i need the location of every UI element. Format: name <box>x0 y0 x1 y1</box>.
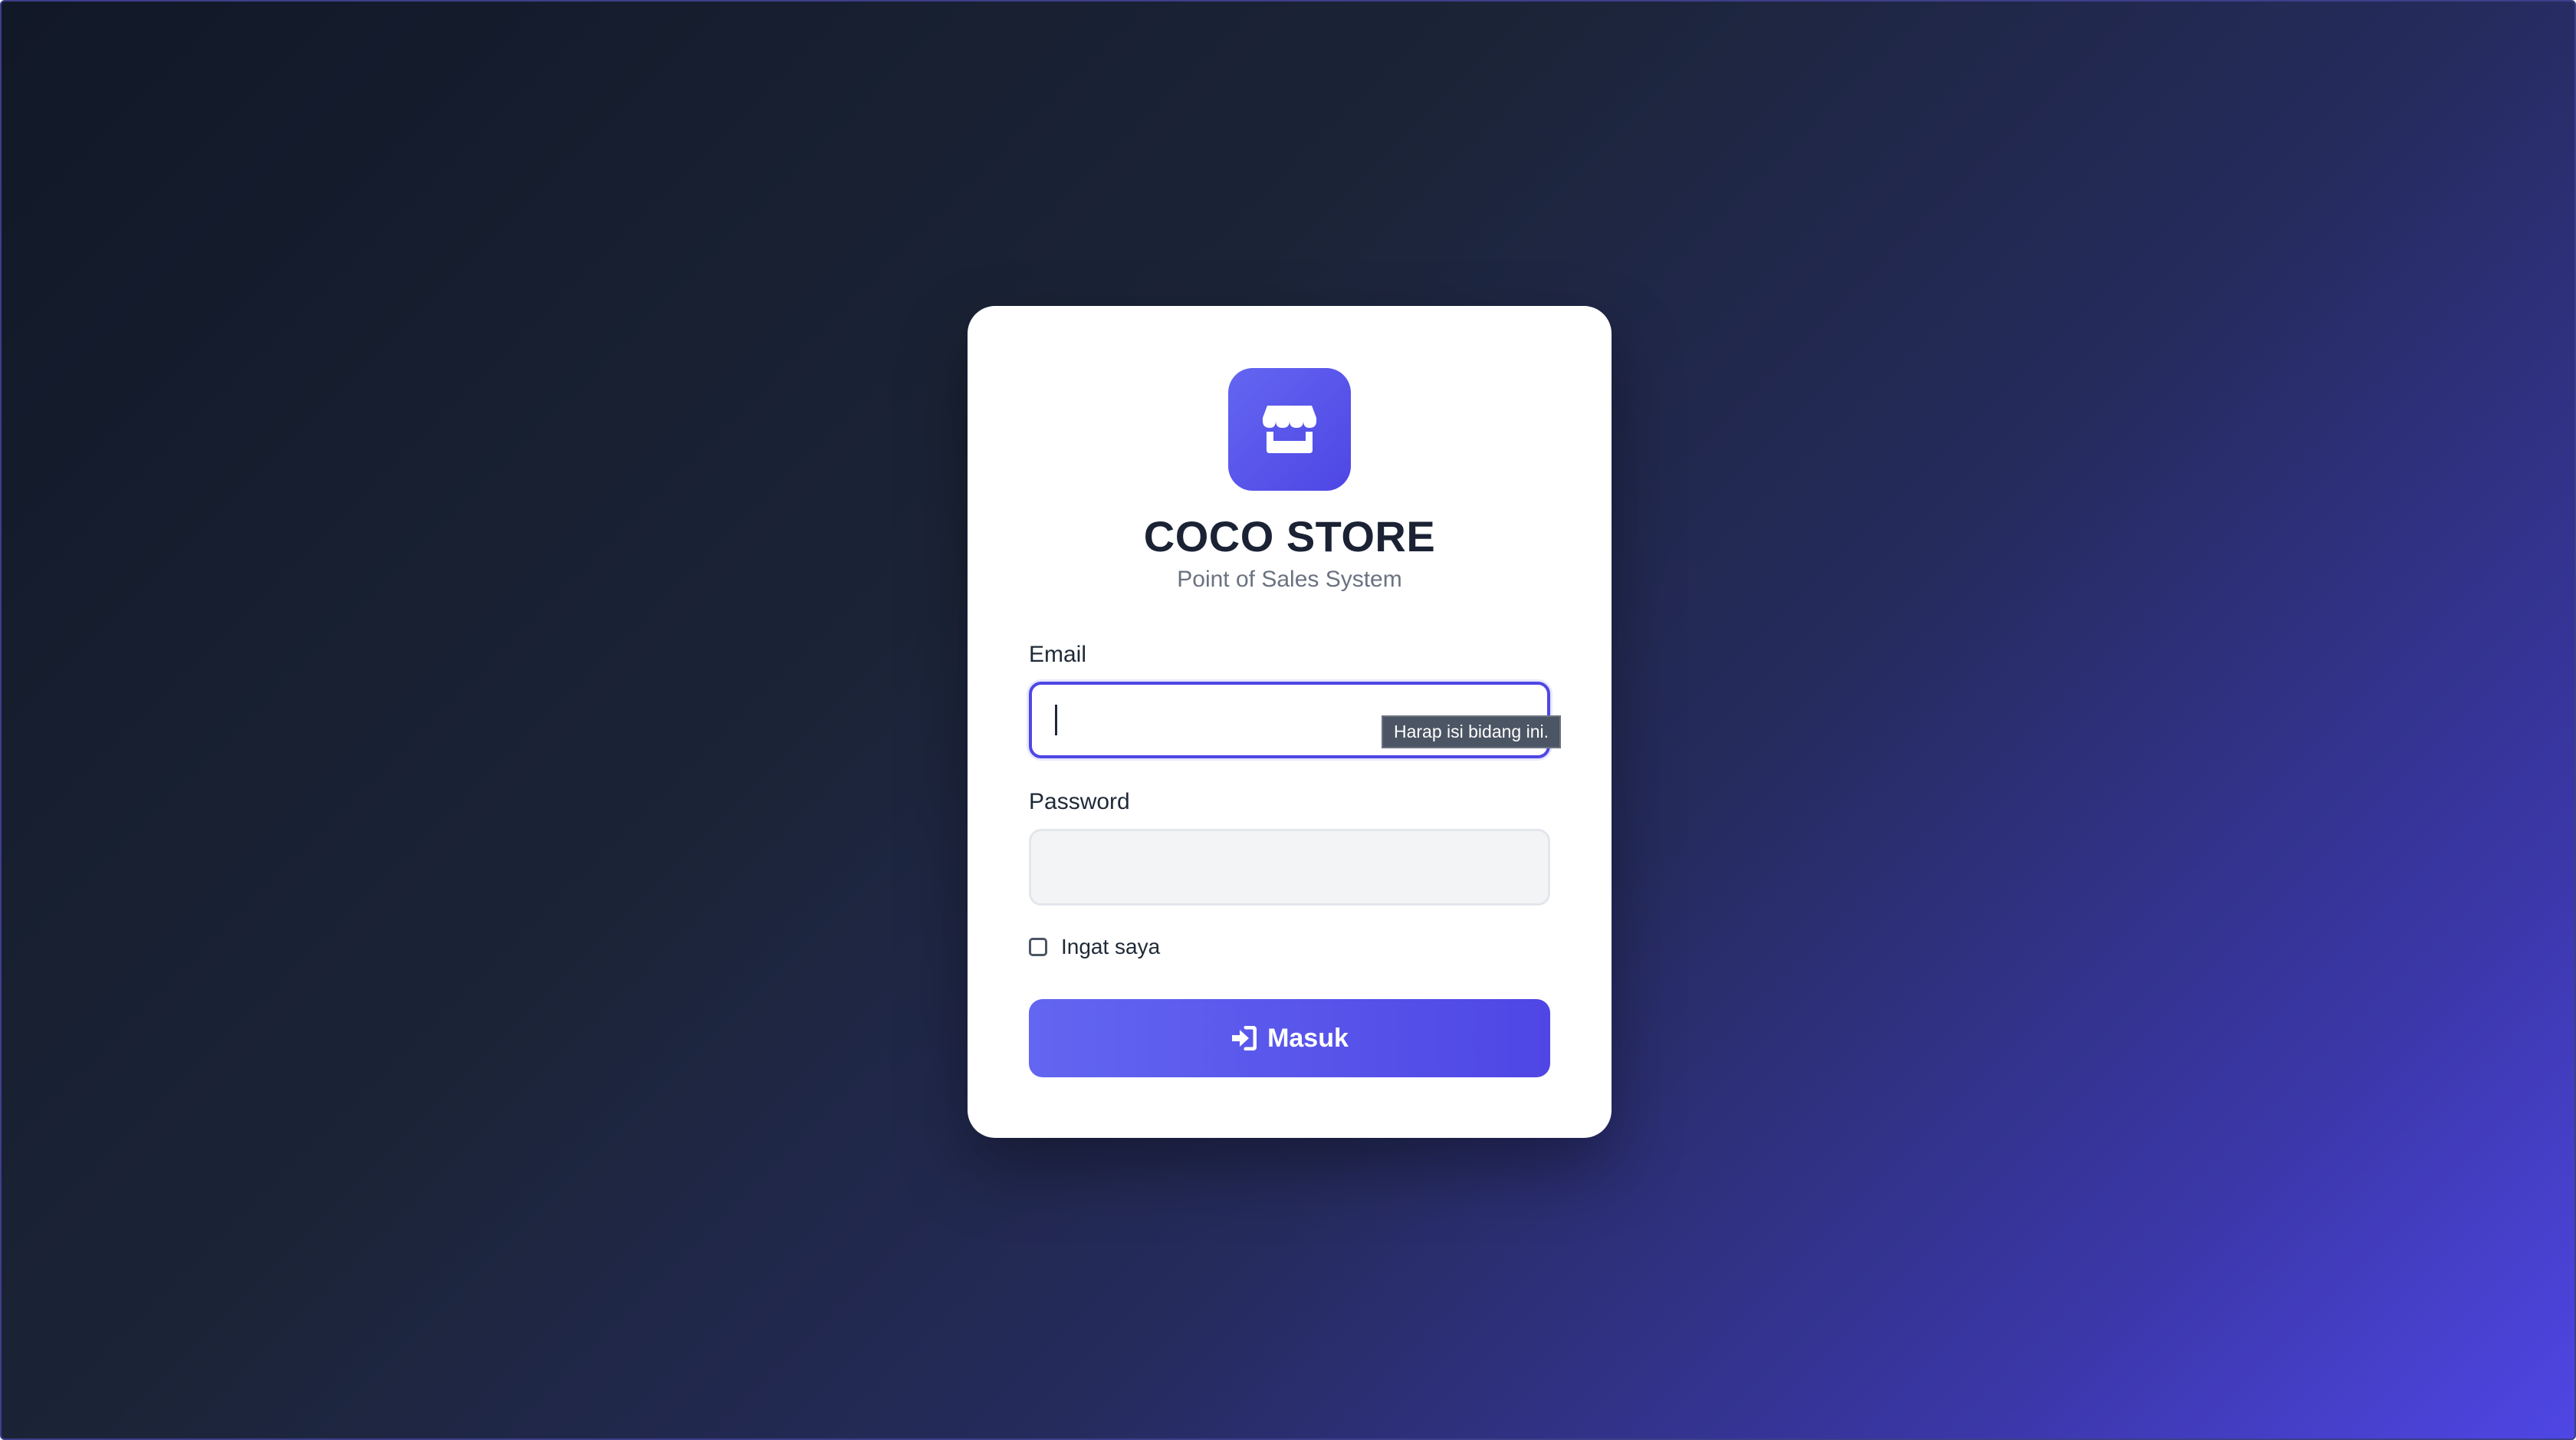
email-label: Email <box>1029 642 1087 667</box>
app-title: COCO STORE <box>1143 512 1436 561</box>
password-label: Password <box>1029 789 1130 814</box>
text-caret <box>1055 705 1057 735</box>
app-subtitle: Point of Sales System <box>1177 567 1402 592</box>
login-page: COCO STORE Point of Sales System Email H… <box>0 0 2576 1440</box>
password-field[interactable] <box>1029 829 1550 906</box>
remember-checkbox[interactable] <box>1029 938 1047 956</box>
remember-label: Ingat saya <box>1061 935 1161 958</box>
login-button[interactable]: Masuk <box>1029 999 1550 1077</box>
store-logo <box>1228 368 1351 491</box>
sign-in-icon <box>1230 1026 1257 1050</box>
login-card: COCO STORE Point of Sales System Email H… <box>968 306 1612 1138</box>
store-icon <box>1263 406 1316 453</box>
validation-tooltip: Harap isi bidang ini. <box>1382 715 1562 748</box>
login-button-label: Masuk <box>1267 1023 1349 1053</box>
remember-me[interactable]: Ingat saya <box>1029 935 1160 959</box>
